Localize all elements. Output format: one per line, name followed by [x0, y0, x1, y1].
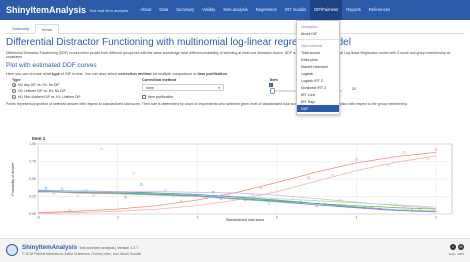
dropdown-item-delta-plots[interactable]: Delta plots — [297, 56, 339, 63]
ddf-chart: 0.00 0.25 0.50 0.75 1.00 -3 -2 -1 0 1 2 Item 1 Proba… — [11, 136, 453, 222]
visit-counter: Visits: 4983 — [448, 252, 464, 256]
controls-panel: Type H0: Any DIF vs. H1: No DIF H0: Unif… — [6, 78, 464, 102]
y-tick-label: 0.75 — [29, 160, 36, 164]
footer-icons: ⌂ ✉ — [450, 244, 464, 250]
footer-title: ShinyItemAnalysis Test and item analysis … — [22, 244, 138, 251]
dropdown-item-irt-lord[interactable]: IRT Lord — [297, 91, 339, 98]
y-tick-label: 0.00 — [29, 212, 36, 216]
nav-item-summary[interactable]: Summary — [172, 0, 198, 20]
nav-item-item-analysis[interactable]: Item analysis — [219, 0, 251, 20]
x-tick-label: -2 — [116, 216, 119, 220]
item-slider-value: 1 — [269, 82, 273, 87]
help-text-mid2: for multiple comparison or — [151, 71, 198, 76]
help-text-mid: of DIF to test. You can also select — [59, 71, 119, 76]
page-description: Differential Distractor Functioning (DDF… — [6, 51, 451, 60]
y-tick-label: 0.25 — [29, 195, 36, 199]
dropdown-item-mantel-haenszel[interactable]: Mantel-Haenszel — [297, 63, 339, 70]
footer: ShinyItemAnalysis Test and item analysis … — [0, 238, 470, 262]
type-option-label: H0: Any DIF vs. H1: No DIF — [18, 82, 60, 87]
type-option-nonuniform-dif[interactable]: H0: Non-Uniform DIF vs. H1: Uniform DIF — [12, 94, 81, 99]
x-tick-label: 2 — [435, 216, 437, 220]
type-option-any-dif[interactable]: H0: Any DIF vs. H1: No DIF — [12, 82, 60, 87]
nav-item-about[interactable]: About — [136, 0, 155, 20]
radio-icon[interactable] — [12, 88, 16, 93]
footer-title-text: ShinyItemAnalysis — [22, 244, 78, 251]
dropdown-item-irt-raju[interactable]: IRT Raju — [297, 98, 339, 105]
tab-items[interactable]: Items — [35, 24, 59, 34]
type-label: Type — [12, 77, 21, 82]
main-content: Differential Distractor Functioning with… — [6, 37, 464, 106]
top-navbar: ShinyItemAnalysis Test and item analysis… — [0, 0, 470, 20]
plot-note: Points represent proportion of selected … — [6, 101, 408, 106]
footer-subtitle: Test and item analysis | Version 1.2.7 — [79, 246, 139, 250]
dropdown-item-nonlinear-irt-z[interactable]: Nonlinear IRT Z — [297, 84, 339, 91]
app-logo-icon — [6, 244, 18, 256]
item-label: Item — [270, 77, 278, 82]
app-brand[interactable]: ShinyItemAnalysis — [6, 5, 86, 15]
email-icon[interactable]: ✉ — [458, 244, 464, 250]
help-text-correction: correction method — [118, 71, 152, 76]
correction-value: none — [146, 85, 154, 90]
nav-item-references[interactable]: References — [365, 0, 394, 20]
item-slider-handle[interactable] — [270, 87, 275, 94]
radio-selected-icon[interactable] — [12, 82, 16, 87]
type-option-label: H0: Non-Uniform DIF vs. H1: Uniform DIF — [18, 94, 81, 99]
x-tick-label: -3 — [36, 216, 39, 220]
help-text-prefix: Here you can choose what — [6, 71, 53, 76]
dropdown-header-description: Description — [301, 24, 318, 29]
x-tick-label: 1 — [356, 216, 358, 220]
sub-tabs: Summary Items — [6, 24, 464, 34]
y-tick-label: 0.50 — [29, 177, 36, 181]
purification-label: Item purification — [148, 94, 174, 99]
dropdown-item-ddf[interactable]: DDF — [297, 105, 339, 112]
dropdown-divider — [297, 39, 339, 40]
x-tick-label: -1 — [196, 216, 199, 220]
type-option-uniform-dif[interactable]: H0: Uniform DIF vs. H1: No DIF — [12, 88, 66, 93]
nav-item-irt-models[interactable]: IRT models — [281, 0, 310, 20]
x-axis-label: Standardized total score — [226, 218, 265, 222]
help-text-type: type — [52, 71, 60, 76]
dropdown-header-methods: Used methods — [301, 43, 323, 48]
github-icon[interactable]: ⌂ — [450, 244, 456, 250]
dif-dropdown-menu: Description About DIF Used methods Total… — [296, 20, 340, 115]
help-text: Here you can choose what type of DIF to … — [6, 72, 464, 76]
app-page: ShinyItemAnalysis Test and item analysis… — [0, 0, 470, 262]
dropdown-item-total-scores[interactable]: Total scores — [297, 49, 339, 56]
footer-copyright: © 2018 Patricia Martinkova, Adela Drabin… — [22, 252, 142, 256]
help-text-purification: item purification — [197, 71, 227, 76]
purification-checkbox[interactable]: Item purification — [142, 94, 174, 99]
nav-item-regression[interactable]: Regression — [252, 0, 281, 20]
chart-title: Item 1 — [32, 136, 46, 141]
tab-summary[interactable]: Summary — [6, 24, 35, 33]
correction-label: Correction method — [142, 77, 176, 82]
dropdown-item-about-dif[interactable]: About DIF — [297, 30, 339, 37]
nav-item-dif-fairness[interactable]: DIF/Fairness — [310, 0, 343, 20]
y-tick-label: 1.00 — [29, 142, 36, 146]
nav-item-validity[interactable]: Validity — [198, 0, 219, 20]
section-title: Plot with estimated DDF curves — [6, 61, 97, 69]
radio-icon[interactable] — [12, 94, 16, 99]
nav-item-data[interactable]: Data — [155, 0, 172, 20]
checkbox-icon[interactable] — [142, 94, 146, 99]
help-text-end: . — [226, 71, 229, 76]
app-brand-subtitle: Test and item analysis — [89, 7, 129, 13]
x-tick-label: 0 — [276, 216, 278, 220]
page-title: Differential Distractor Functioning with… — [6, 37, 351, 48]
nav-menu: About Data Summary Validity Item analysi… — [136, 0, 394, 20]
nav-item-reports[interactable]: Reports — [342, 0, 365, 20]
correction-select[interactable]: none ▾ — [142, 83, 224, 91]
dropdown-item-logistic[interactable]: Logistic — [297, 70, 339, 77]
chevron-down-icon: ▾ — [218, 85, 220, 90]
type-option-label: H0: Uniform DIF vs. H1: No DIF — [18, 88, 66, 93]
dropdown-item-logistic-irt-z[interactable]: Logistic IRT Z — [297, 77, 339, 84]
item-slider-max: 20 — [352, 86, 356, 91]
y-axis-label: Probability of answer — [11, 162, 15, 196]
